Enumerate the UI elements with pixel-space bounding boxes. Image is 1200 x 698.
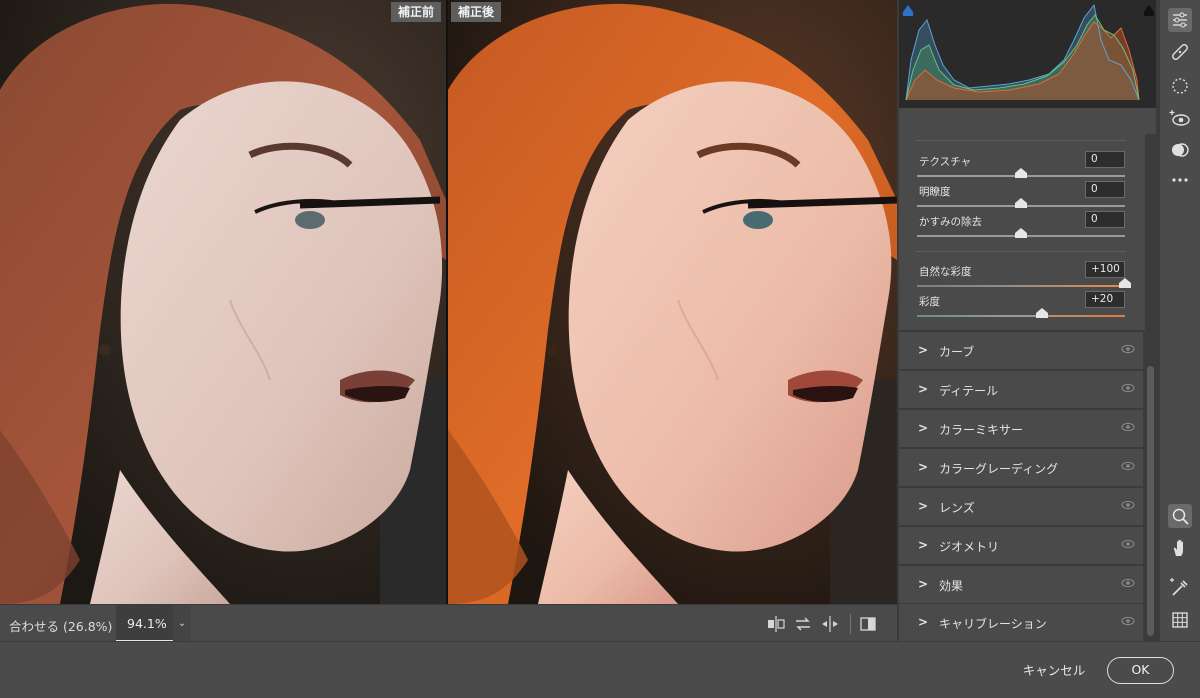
preview-toolbar: 合わせる (26.8%) 94.1% ⌄ — [0, 604, 897, 642]
eye-icon[interactable] — [1121, 616, 1135, 626]
toolbar-separator — [850, 614, 851, 634]
texture-slider-row: テクスチャ 0 — [899, 151, 1145, 184]
chevron-right-icon: > — [918, 421, 929, 435]
healing-brush-icon[interactable] — [1168, 40, 1192, 64]
copy-settings-icon[interactable] — [792, 613, 814, 635]
color-sampler-icon[interactable] — [1168, 576, 1192, 600]
divider — [916, 140, 1126, 141]
section-label: 効果 — [939, 579, 964, 593]
section-label: ディテール — [939, 384, 999, 398]
hand-icon[interactable] — [1168, 536, 1192, 560]
chevron-right-icon: > — [918, 460, 929, 474]
saturation-value-input[interactable]: +20 — [1085, 291, 1125, 308]
section-lens[interactable]: > レンズ — [899, 488, 1143, 525]
chevron-right-icon: > — [918, 538, 929, 552]
vibrance-value-input[interactable]: +100 — [1085, 261, 1125, 278]
section-curve[interactable]: > カーブ — [899, 332, 1143, 369]
panel-scrollbar[interactable] — [1147, 366, 1154, 636]
before-preview-pane[interactable]: 補正前 — [0, 0, 446, 604]
clarity-label: 明瞭度 — [919, 186, 951, 198]
chevron-right-icon: > — [918, 499, 929, 513]
flip-settings-icon[interactable] — [819, 613, 841, 635]
texture-label: テクスチャ — [919, 156, 972, 168]
chevron-right-icon: > — [918, 382, 929, 396]
zoom-icon[interactable] — [1168, 504, 1192, 528]
ok-button[interactable]: OK — [1107, 657, 1174, 684]
eye-icon[interactable] — [1121, 422, 1135, 432]
eye-icon[interactable] — [1121, 500, 1135, 510]
eye-icon[interactable] — [1121, 461, 1135, 471]
cancel-button[interactable]: キャンセル — [1010, 658, 1098, 684]
section-label: カーブ — [939, 345, 975, 359]
saturation-slider-row: 彩度 +20 — [899, 291, 1145, 324]
section-color-grading[interactable]: > カラーグレーディング — [899, 449, 1143, 486]
dehaze-value-input[interactable]: 0 — [1085, 211, 1125, 228]
vibrance-slider-track[interactable] — [917, 285, 1125, 287]
chevron-right-icon: > — [918, 343, 929, 357]
after-label: 補正後 — [451, 2, 502, 22]
eye-icon[interactable] — [1121, 344, 1135, 354]
divider — [916, 251, 1126, 252]
section-geometry[interactable]: > ジオメトリ — [899, 527, 1143, 564]
saturation-slider-track[interactable] — [917, 315, 1125, 317]
fit-zoom-button[interactable]: 合わせる (26.8%) — [9, 616, 112, 635]
presence-controls: テクスチャ 0 明瞭度 0 かすみの除去 0 自然な彩度 +100 彩度 +20 — [899, 134, 1145, 330]
preview-area[interactable]: 補正前 補正後 — [0, 0, 897, 604]
eye-icon[interactable] — [1121, 578, 1135, 588]
section-detail[interactable]: > ディテール — [899, 371, 1143, 408]
tool-strip — [1160, 0, 1200, 641]
section-calibration[interactable]: > キャリブレーション — [899, 604, 1143, 641]
red-eye-icon[interactable] — [1168, 106, 1192, 130]
section-label: カラーミキサー — [939, 423, 1024, 437]
before-photo — [0, 0, 446, 604]
eye-icon[interactable] — [1121, 383, 1135, 393]
eye-icon[interactable] — [1121, 539, 1135, 549]
histogram — [899, 0, 1156, 108]
vibrance-label: 自然な彩度 — [919, 266, 972, 278]
texture-value-input[interactable]: 0 — [1085, 151, 1125, 168]
dialog-footer: キャンセル OK — [0, 641, 1200, 698]
more-icon[interactable] — [1168, 168, 1192, 192]
after-photo — [448, 0, 897, 604]
section-label: カラーグレーディング — [939, 462, 1059, 476]
adjustment-panel: テクスチャ 0 明瞭度 0 かすみの除去 0 自然な彩度 +100 彩度 +20 — [897, 0, 1160, 641]
saturation-label: 彩度 — [919, 296, 940, 308]
chevron-right-icon: > — [918, 615, 929, 629]
chevron-right-icon: > — [918, 577, 929, 591]
vibrance-slider-row: 自然な彩度 +100 — [899, 261, 1145, 294]
swap-before-after-icon[interactable] — [765, 613, 787, 635]
section-effects[interactable]: > 効果 — [899, 566, 1143, 603]
section-label: キャリブレーション — [939, 617, 1047, 631]
dehaze-label: かすみの除去 — [919, 216, 982, 228]
section-label: レンズ — [939, 501, 975, 515]
toggle-view-icon[interactable] — [857, 613, 879, 635]
dehaze-slider-row: かすみの除去 0 — [899, 211, 1145, 244]
edit-sliders-icon[interactable] — [1168, 8, 1192, 32]
histogram-info-strip — [899, 108, 1156, 134]
grid-icon[interactable] — [1168, 608, 1192, 632]
chevron-down-icon[interactable]: ⌄ — [173, 605, 191, 642]
zoom-level-field[interactable]: 94.1% — [116, 605, 173, 642]
mask-icon[interactable] — [1168, 74, 1192, 98]
clarity-value-input[interactable]: 0 — [1085, 181, 1125, 198]
presets-icon[interactable] — [1168, 138, 1192, 162]
before-label: 補正前 — [390, 2, 441, 22]
after-preview-pane[interactable]: 補正後 — [448, 0, 897, 604]
section-label: ジオメトリ — [939, 540, 1000, 554]
clarity-slider-row: 明瞭度 0 — [899, 181, 1145, 214]
section-color-mixer[interactable]: > カラーミキサー — [899, 410, 1143, 447]
